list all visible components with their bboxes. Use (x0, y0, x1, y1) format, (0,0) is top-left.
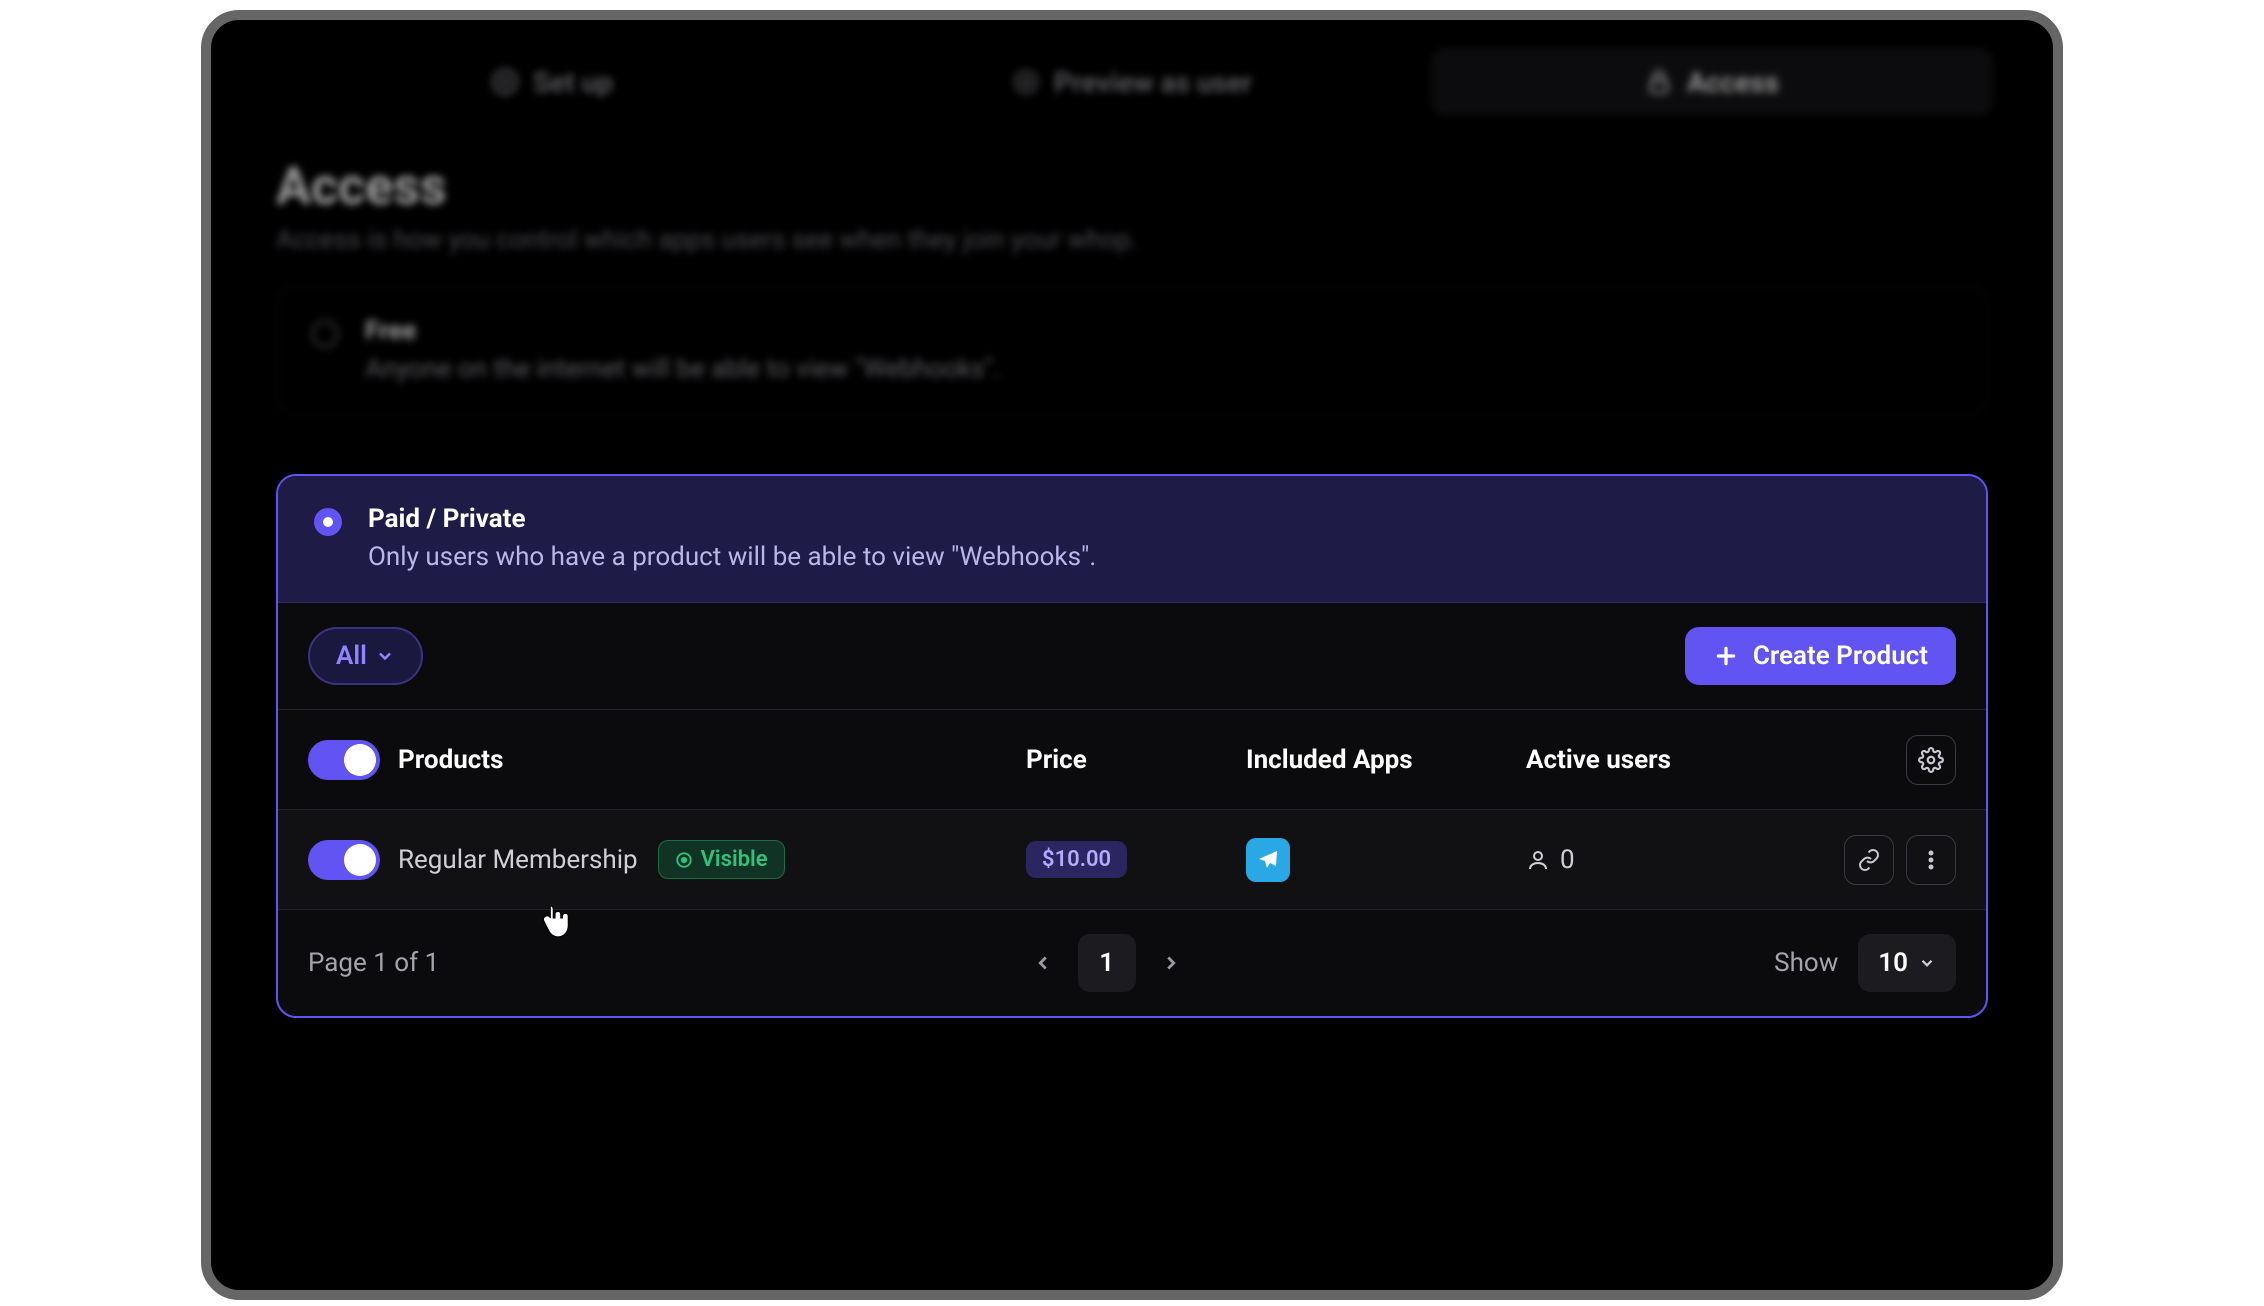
radio-paid[interactable] (314, 508, 342, 536)
show-label: Show (1774, 948, 1838, 978)
current-page-label: 1 (1099, 948, 1114, 978)
page-summary: Page 1 of 1 (308, 948, 439, 978)
chevron-down-icon (1918, 954, 1936, 972)
toggle-product[interactable] (308, 840, 380, 880)
telegram-icon (1246, 838, 1290, 882)
eye-target-icon (1012, 68, 1040, 96)
next-page-button[interactable] (1160, 952, 1182, 974)
page-size: Show 10 (1774, 934, 1956, 992)
create-product-label: Create Product (1753, 641, 1928, 671)
product-name-cell: Regular Membership Visible (398, 840, 1026, 879)
table-settings-button[interactable] (1906, 735, 1956, 785)
users-count: 0 (1560, 845, 1575, 875)
gear-icon (491, 68, 519, 96)
visibility-label: Visible (701, 847, 768, 872)
copy-link-button[interactable] (1844, 835, 1894, 885)
col-products: Products (398, 745, 1026, 775)
option-free-card[interactable]: Free Anyone on the internet will be able… (276, 285, 1988, 415)
radio-free[interactable] (311, 320, 339, 348)
option-paid-title: Paid / Private (368, 504, 1096, 534)
user-icon (1526, 848, 1550, 872)
prev-page-button[interactable] (1032, 952, 1054, 974)
price-badge: $10.00 (1026, 841, 1127, 878)
tab-setup-label: Set up (533, 66, 613, 99)
lock-icon (1645, 68, 1673, 96)
tab-access-label: Access (1687, 66, 1779, 99)
product-name: Regular Membership (398, 845, 638, 875)
pagination: Page 1 of 1 1 Show 10 (278, 910, 1986, 1016)
row-menu-button[interactable] (1906, 835, 1956, 885)
more-vertical-icon (1919, 848, 1943, 872)
pager-controls: 1 (1032, 934, 1182, 992)
filter-all-label: All (336, 641, 367, 671)
option-paid-header[interactable]: Paid / Private Only users who have a pro… (278, 476, 1986, 603)
link-icon (1857, 848, 1881, 872)
page-size-value: 10 (1878, 948, 1908, 978)
col-apps: Included Apps (1246, 745, 1526, 775)
products-table-header: Products Price Included Apps Active user… (278, 710, 1986, 810)
tab-preview-label: Preview as user (1054, 66, 1252, 99)
plus-icon (1713, 643, 1739, 669)
app-window: Set up Preview as user Access Access Acc… (201, 10, 2063, 1300)
create-product-button[interactable]: Create Product (1685, 627, 1956, 685)
tab-preview[interactable]: Preview as user (851, 48, 1413, 116)
page-title: Access (276, 156, 1988, 217)
top-tabs: Set up Preview as user Access (211, 20, 2053, 116)
visibility-badge: Visible (658, 840, 785, 879)
page-header: Access Access is how you control which a… (211, 116, 2053, 285)
chevron-down-icon (375, 646, 395, 666)
table-row[interactable]: Regular Membership Visible $10.00 0 (278, 810, 1986, 910)
option-free-title: Free (365, 316, 1000, 346)
toggle-all[interactable] (308, 740, 380, 780)
eye-icon (675, 851, 693, 869)
tab-access[interactable]: Access (1431, 48, 1993, 116)
current-page-box[interactable]: 1 (1078, 934, 1136, 992)
option-paid-desc: Only users who have a product will be ab… (368, 542, 1096, 572)
col-price: Price (1026, 745, 1246, 775)
tab-setup[interactable]: Set up (271, 48, 833, 116)
option-paid-panel: Paid / Private Only users who have a pro… (276, 474, 1988, 1018)
users-cell: 0 (1526, 845, 1796, 875)
col-users: Active users (1526, 745, 1796, 775)
products-toolbar: All Create Product (278, 603, 1986, 710)
row-actions (1796, 835, 1956, 885)
gear-icon (1918, 747, 1944, 773)
apps-cell (1246, 838, 1526, 882)
page-size-select[interactable]: 10 (1858, 934, 1956, 992)
page-subtitle: Access is how you control which apps use… (276, 225, 1988, 255)
background-dimmed: Set up Preview as user Access Access Acc… (211, 20, 2053, 415)
filter-all-pill[interactable]: All (308, 627, 423, 685)
option-free-desc: Anyone on the internet will be able to v… (365, 354, 1000, 384)
price-cell: $10.00 (1026, 841, 1246, 878)
